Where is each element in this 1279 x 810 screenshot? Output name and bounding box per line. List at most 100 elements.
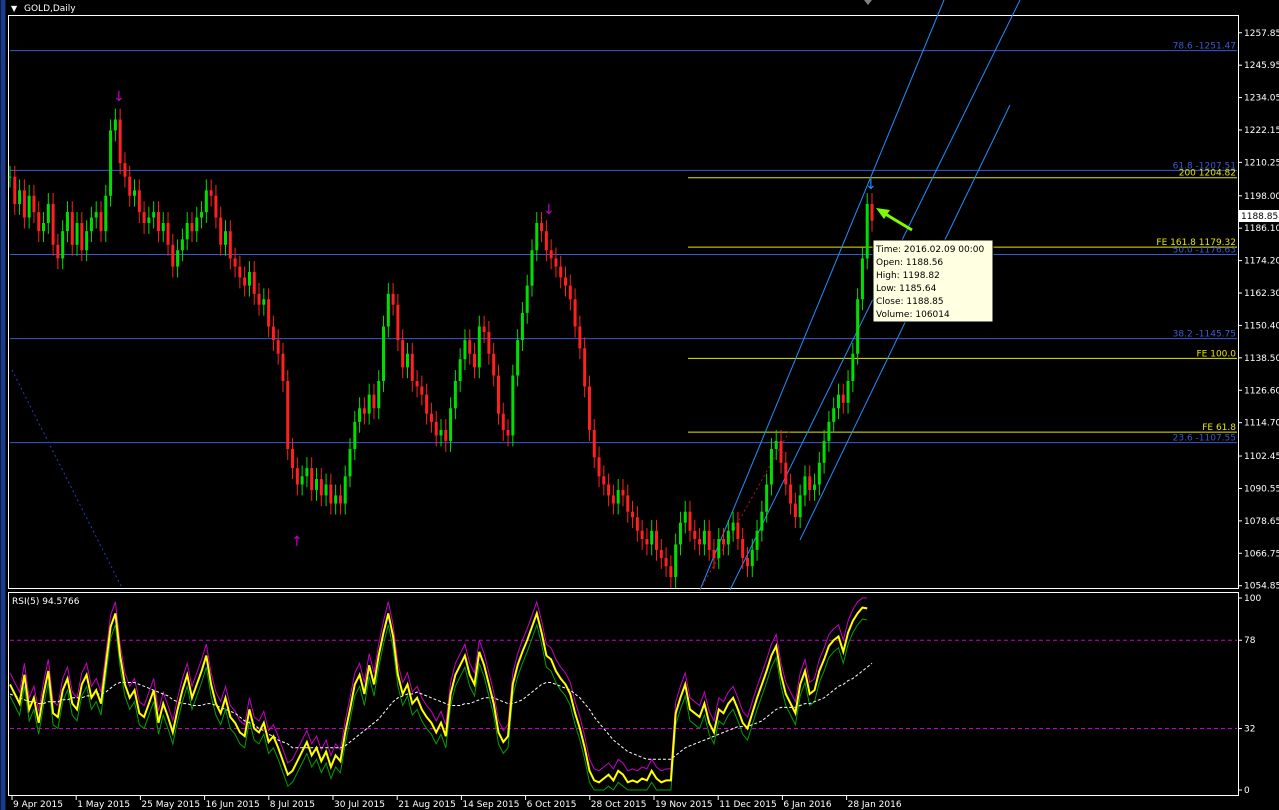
candle-body [137,190,141,213]
candle-body [372,394,376,409]
candle-body [674,544,678,578]
candle-body [525,285,529,313]
candle-body [760,511,764,531]
candle-body [382,326,386,381]
candle-body [655,530,658,550]
candle-body [243,277,247,286]
candle-body [449,408,453,441]
candle-body [463,340,467,360]
price-tick-label: 1102.45 [1244,452,1279,462]
candle-body [128,176,132,196]
candle-body [324,484,328,496]
candle-body [80,223,84,251]
scroll-marker-icon[interactable] [864,0,872,5]
annotation-arrowhead-icon [876,208,890,219]
candle-body [113,119,117,131]
price-tick-label: 1066.75 [1244,549,1279,559]
candles [8,108,874,588]
tooltip-high: High: 1198.82 [876,271,940,281]
candle-body [276,340,280,354]
candle-body [564,277,568,286]
candle-body [851,353,855,381]
price-tick-label: 1138.50 [1244,354,1279,364]
rsi-axis: 100 78 32 0 [1238,594,1261,796]
candle-body [865,203,869,259]
candle-body [13,176,17,204]
rsi-main-line [9,606,868,784]
candle-body [841,394,845,403]
candle-body [769,449,773,485]
price-axis: 1257.85 1245.95 1234.05 1222.15 1210.25 1198.… [1238,29,1279,592]
arrow-up-icon: ↑ [291,534,303,550]
candle-body [434,421,438,436]
rsi-tick-label: 0 [1244,786,1250,796]
candle-body [774,440,778,450]
candle-body [32,195,36,213]
price-tick-label: 1150.40 [1244,321,1279,331]
candle-body [133,190,137,196]
time-tick-label: 19 Nov 2015 [655,800,713,810]
candle-body [587,386,591,431]
candle-body [645,538,649,545]
rsi-slow-line [9,618,868,791]
candle-body [554,258,558,267]
candle-body [779,440,783,463]
price-tick-label: 1078.65 [1244,517,1279,527]
candle-body [262,299,266,305]
candle-body [860,258,864,300]
candle-body [338,495,342,504]
main-panel-frame [8,15,1239,589]
dropdown-triangle-icon[interactable]: ▼ [11,4,18,13]
time-axis: 9 Apr 2015 1 May 2015 25 May 2015 16 Jun 20… [11,796,902,810]
rsi-tick-label: 32 [1244,725,1255,735]
candle-body [118,119,122,164]
candle-body [142,212,146,224]
candle-body [832,408,836,422]
candle-body [640,530,644,539]
candle-body [549,250,553,259]
level-label: 23.6 -1107.55 [1173,434,1236,444]
price-tick-label: 1198.00 [1244,192,1279,202]
current-price-label: 1188.85 [1241,212,1278,222]
candle-body [803,476,807,496]
candle-body [291,449,295,469]
candle-body [190,223,194,232]
candle-body [171,244,175,267]
level-label: FE 61.8 [1202,423,1236,433]
candle-body [516,340,520,376]
price-tick-label: 1162.30 [1244,289,1279,299]
dotted-trend-line [11,369,123,589]
candle-body [678,522,682,545]
price-tick-label: 1174.20 [1244,257,1279,267]
candle-body [487,331,491,354]
candle-body [578,326,582,349]
candle-body [185,223,189,240]
tooltip-volume: Volume: 106014 [876,310,950,320]
candle-body [496,375,500,414]
candle-body [611,495,615,504]
candle-body [846,380,850,403]
candle-body [726,530,730,545]
candle-body [765,484,769,512]
candle-body [784,462,788,485]
candle-body [683,511,687,523]
candle-body [200,212,204,218]
time-tick-label: 21 Aug 2015 [398,800,456,810]
candle-body [535,223,539,251]
candle-body [166,223,170,245]
candle-body [425,394,429,414]
trading-chart: ▼ GOLD,Daily 78.6 -1251.4761.8 -1207.512… [0,0,1279,810]
candle-body [626,495,630,512]
candle-body [391,293,395,305]
price-tick-label: 1222.15 [1244,126,1279,136]
candle-body [511,375,515,436]
candle-body [540,223,544,232]
candle-body [664,558,668,567]
candle-body [631,511,635,518]
time-tick-label: 28 Jan 2016 [848,800,902,810]
candle-body [621,489,625,496]
candle-body [180,239,184,251]
horizontal-levels: 78.6 -1251.4761.8 -1207.51200 1204.82FE … [10,42,1237,444]
tooltip-close: Close: 1188.85 [876,297,944,307]
candle-body [358,408,362,422]
